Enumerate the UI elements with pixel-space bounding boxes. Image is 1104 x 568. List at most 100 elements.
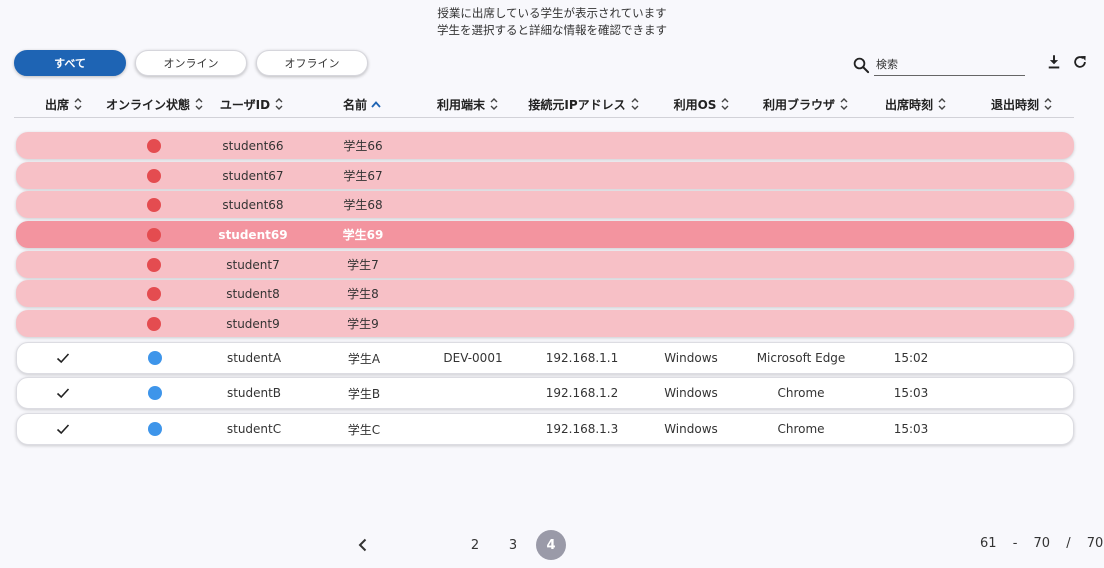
online-status-cell	[105, 414, 205, 444]
column-header-label: 退出時刻	[990, 97, 1039, 112]
offline-status-dot	[147, 227, 161, 242]
attendance-cell	[33, 378, 93, 408]
sort-icon	[631, 98, 639, 110]
filter-all-button[interactable]: すべて	[14, 50, 126, 76]
attendance-cell	[32, 162, 92, 189]
search-icon	[853, 57, 870, 74]
table-row[interactable]: studentB 学生B 192.168.1.2 Windows Chrome 15:03	[16, 377, 1074, 409]
column-header-label: 出席時刻	[884, 97, 933, 112]
in-cell	[872, 221, 948, 248]
online-status-cell	[104, 132, 204, 159]
column-header-exit-time[interactable]: 退出時刻	[982, 94, 1062, 114]
column-header-entry-time[interactable]: 出席時刻	[876, 94, 956, 114]
filter-offline-button[interactable]: オフライン	[256, 50, 368, 76]
out-cell	[979, 414, 1059, 444]
ip-cell	[526, 310, 636, 337]
sort-icon	[195, 98, 203, 110]
table-row[interactable]: student7 学生7	[16, 251, 1074, 278]
sort-icon	[840, 98, 848, 110]
device-cell	[424, 221, 520, 248]
in-cell	[872, 280, 948, 307]
online-status-cell	[105, 378, 205, 408]
search-box	[852, 54, 1026, 78]
browser-cell: Chrome	[777, 422, 825, 436]
previous-page-icon[interactable]	[354, 536, 372, 554]
out-cell	[978, 162, 1058, 189]
column-header-attendance[interactable]: 出席	[34, 94, 94, 114]
device-cell: DEV-0001	[443, 351, 503, 365]
name-cell: 学生B	[347, 386, 381, 401]
column-header-ip-address[interactable]: 接続元IPアドレス	[524, 94, 644, 114]
in-cell	[872, 251, 948, 278]
attendance-cell	[32, 310, 92, 337]
in-cell: 15:03	[893, 422, 929, 436]
page-button-2[interactable]: 2	[460, 530, 490, 560]
offline-status-dot	[147, 286, 161, 301]
browser-cell	[740, 221, 860, 248]
column-header-label: 名前	[342, 97, 367, 112]
search-input[interactable]	[874, 54, 1025, 76]
table-row[interactable]: student66 学生66	[16, 132, 1074, 159]
table-row[interactable]: studentA 学生A DEV-0001 192.168.1.1 Windows Mic…	[16, 342, 1074, 374]
attendance-cell	[32, 251, 92, 278]
in-cell	[872, 162, 948, 189]
column-header-os[interactable]: 利用OS	[664, 94, 740, 114]
device-cell	[424, 280, 520, 307]
table-row[interactable]: student68 学生68	[16, 191, 1074, 218]
device-cell	[425, 378, 521, 408]
out-cell	[979, 343, 1059, 373]
column-header-online-status[interactable]: オンライン状態	[100, 94, 210, 114]
os-cell: Windows	[664, 422, 718, 436]
online-status-cell	[104, 191, 204, 218]
range-slash: /	[1066, 536, 1071, 551]
table-row[interactable]: student69 学生69	[16, 221, 1074, 248]
sort-icon	[490, 98, 498, 110]
browser-cell	[740, 310, 860, 337]
out-cell	[979, 378, 1059, 408]
check-icon	[56, 424, 70, 435]
ip-cell: 192.168.1.1	[545, 351, 619, 365]
column-header-browser[interactable]: 利用ブラウザ	[756, 94, 856, 114]
check-icon	[56, 388, 70, 399]
table-row[interactable]: student67 学生67	[16, 162, 1074, 189]
column-header-name[interactable]: 名前	[324, 94, 400, 114]
attendance-cell	[32, 280, 92, 307]
name-cell: 学生A	[347, 351, 381, 366]
offline-status-dot	[147, 257, 161, 272]
refresh-icon[interactable]	[1071, 53, 1089, 71]
user-id-cell: studentB	[226, 386, 282, 400]
out-cell	[978, 310, 1058, 337]
device-cell	[424, 310, 520, 337]
browser-cell	[740, 251, 860, 278]
table-row[interactable]: student8 学生8	[16, 280, 1074, 307]
attendance-cell	[32, 191, 92, 218]
device-cell	[425, 414, 521, 444]
page-button-3[interactable]: 3	[498, 530, 528, 560]
user-id-cell: student68	[222, 197, 284, 212]
download-icon[interactable]	[1045, 53, 1063, 71]
column-header-device[interactable]: 利用端末	[426, 94, 510, 114]
column-header-user-id[interactable]: ユーザID	[214, 94, 290, 114]
page-description: 授業に出席している学生が表示されています 学生を選択すると詳細な情報を確認できま…	[0, 5, 1104, 39]
online-status-cell	[104, 221, 204, 248]
column-header-label: 利用端末	[436, 97, 485, 112]
page-button-4-current[interactable]: 4	[536, 530, 566, 560]
attendance-cell	[32, 221, 92, 248]
in-cell: 15:02	[893, 351, 929, 365]
in-cell	[872, 132, 948, 159]
out-cell	[978, 280, 1058, 307]
browser-cell	[740, 132, 860, 159]
online-status-dot	[148, 386, 162, 400]
user-id-cell: student66	[222, 138, 284, 153]
os-cell	[650, 162, 730, 189]
online-status-cell	[104, 280, 204, 307]
table-row[interactable]: student9 学生9	[16, 310, 1074, 337]
os-cell	[650, 191, 730, 218]
column-header-label: オンライン状態	[105, 97, 190, 112]
attendance-cell	[33, 414, 93, 444]
in-cell: 15:03	[893, 386, 929, 400]
filter-online-button[interactable]: オンライン	[135, 50, 247, 76]
offline-status-dot	[147, 138, 161, 153]
device-cell	[424, 191, 520, 218]
table-row[interactable]: studentC 学生C 192.168.1.3 Windows Chrome 15:03	[16, 413, 1074, 445]
